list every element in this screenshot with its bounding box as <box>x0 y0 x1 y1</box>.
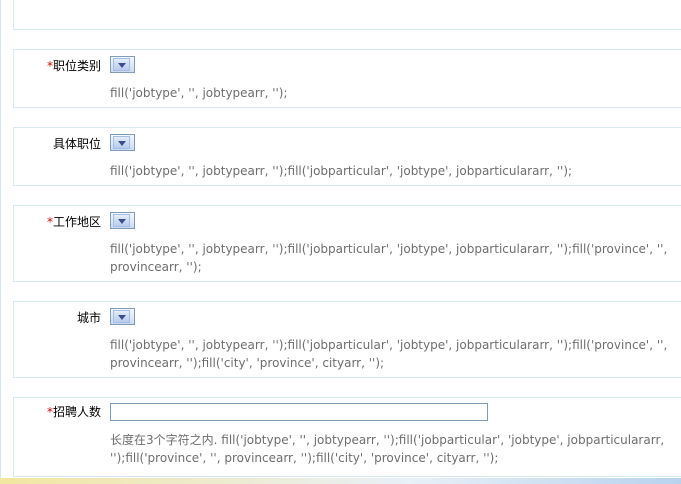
field-hint-headcount: 长度在3个字符之内. fill('jobtype', '', jobtypear… <box>110 433 665 465</box>
field-panel-job-position: 具体职位 fill('jobtype', '', jobtypearr, '')… <box>13 127 681 186</box>
field-label-work-region: *工作地区 <box>46 215 101 229</box>
field-label-job-position: 具体职位 <box>52 137 101 151</box>
city-select[interactable] <box>110 308 135 325</box>
form-panel-top <box>13 0 681 30</box>
field-panel-city: 城市 fill('jobtype', '', jobtypearr, '');f… <box>13 301 681 378</box>
field-hint-job-position: fill('jobtype', '', jobtypearr, '');fill… <box>110 164 573 178</box>
field-label-headcount: *招聘人数 <box>46 405 101 419</box>
field-label-job-category: *职位类别 <box>46 59 101 73</box>
field-panel-headcount: *招聘人数 长度在3个字符之内. fill('jobtype', '', job… <box>13 397 681 477</box>
field-panel-job-category: *职位类别 fill('jobtype', '', jobtypearr, ''… <box>13 49 681 108</box>
headcount-input[interactable] <box>110 403 488 421</box>
field-panel-work-region: *工作地区 fill('jobtype', '', jobtypearr, ''… <box>13 205 681 282</box>
field-label-city: 城市 <box>76 311 101 325</box>
page-left-rule <box>0 0 1 484</box>
work-region-select[interactable] <box>110 212 135 229</box>
job-category-select[interactable] <box>110 56 135 73</box>
job-position-select[interactable] <box>110 134 135 151</box>
taskbar-strip <box>0 478 681 484</box>
field-hint-job-category: fill('jobtype', '', jobtypearr, ''); <box>110 86 288 100</box>
field-hint-work-region: fill('jobtype', '', jobtypearr, '');fill… <box>110 242 668 274</box>
field-hint-city: fill('jobtype', '', jobtypearr, '');fill… <box>110 338 668 370</box>
